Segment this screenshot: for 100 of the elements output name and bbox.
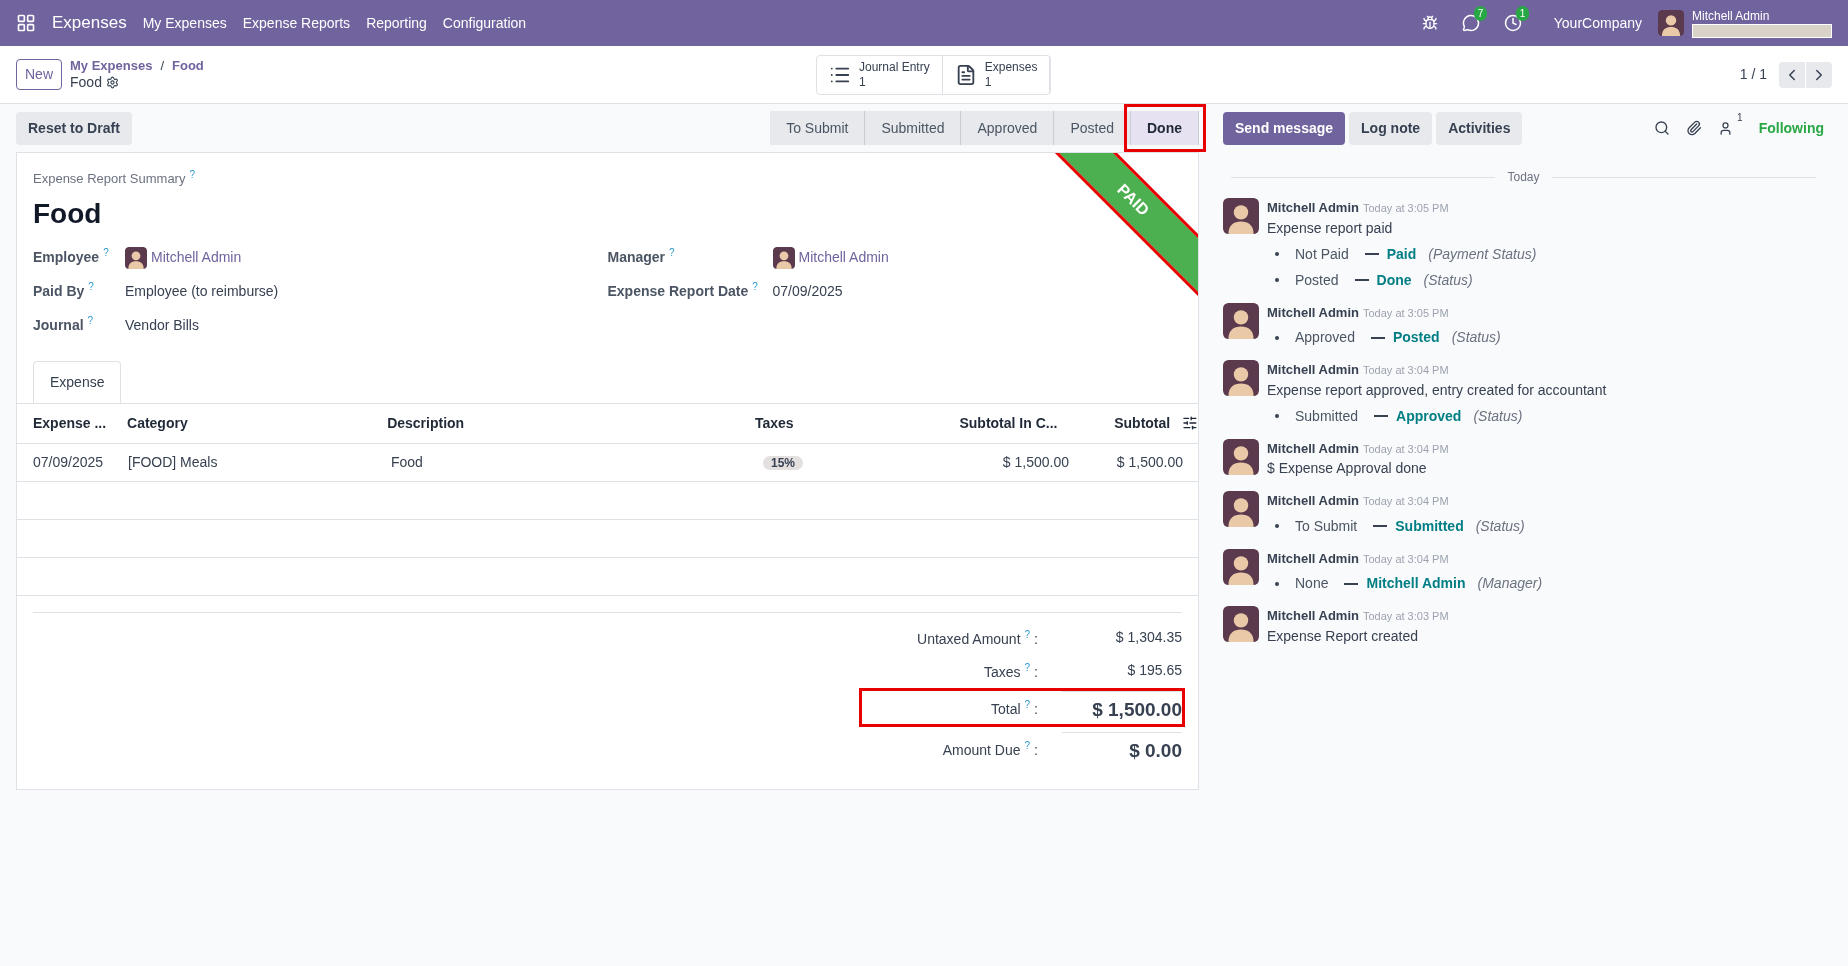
table-cell-text: $ 1,500.00 bbox=[1115, 452, 1184, 472]
field-value: 07/09/2025 bbox=[772, 282, 843, 301]
menu-item[interactable]: Expense Reports bbox=[242, 12, 351, 34]
new-value: Mitchell Admin bbox=[1366, 574, 1466, 593]
total-value: $ 0.00 bbox=[1062, 732, 1182, 766]
status-stage[interactable]: Submitted bbox=[865, 111, 962, 145]
breadcrumb-separator: / bbox=[160, 57, 164, 74]
chatter-button[interactable]: Activities bbox=[1436, 111, 1523, 145]
next-button[interactable] bbox=[1806, 61, 1832, 88]
total-value: $ 1,500.00 bbox=[1062, 690, 1182, 724]
table-cell-text: [FOOD] Meals bbox=[127, 452, 219, 472]
bug-icon[interactable] bbox=[1421, 15, 1438, 31]
field-name: (Status) bbox=[1473, 406, 1523, 426]
status-stage[interactable]: Approved bbox=[961, 111, 1055, 145]
field-label: Employee bbox=[33, 248, 100, 267]
avatar-icon bbox=[1223, 360, 1259, 396]
clock-icon[interactable] bbox=[1503, 14, 1522, 32]
old-value: Posted bbox=[1295, 270, 1339, 290]
bullet-icon bbox=[1275, 335, 1279, 340]
new-value: Approved bbox=[1396, 406, 1462, 426]
user-name[interactable]: Mitchell Admin bbox=[1692, 8, 1832, 24]
column-header[interactable]: Description bbox=[379, 412, 755, 434]
tax-tag: 15% bbox=[763, 455, 804, 470]
avatar-icon bbox=[1223, 198, 1259, 234]
breadcrumb-link[interactable]: My Expenses bbox=[70, 57, 153, 74]
help-mark[interactable]: ? bbox=[103, 247, 109, 259]
status-stage[interactable]: Posted bbox=[1054, 111, 1131, 145]
message-text: Expense Report created bbox=[1267, 626, 1419, 646]
chatter-button[interactable]: Log note bbox=[1349, 111, 1433, 145]
help-mark[interactable]: ? bbox=[1024, 698, 1031, 711]
avatar-icon bbox=[772, 246, 795, 269]
status-stage[interactable]: To Submit bbox=[770, 111, 866, 145]
column-header[interactable]: Expense ... bbox=[17, 412, 119, 434]
field-name: (Status) bbox=[1423, 270, 1473, 290]
message-time: Today at 3:04 PM bbox=[1362, 441, 1449, 457]
paperclip-icon[interactable] bbox=[1686, 120, 1703, 136]
avatar-icon bbox=[1223, 302, 1259, 339]
message-author: Mitchell Admin bbox=[1267, 607, 1359, 625]
menu-item[interactable]: My Expenses bbox=[142, 12, 227, 34]
settings-icon[interactable] bbox=[105, 76, 119, 90]
colon: : bbox=[1034, 699, 1038, 719]
help-mark[interactable]: ? bbox=[88, 281, 94, 293]
help-mark[interactable]: ? bbox=[189, 169, 195, 181]
smart-button[interactable]: Expenses 1 bbox=[942, 55, 1051, 94]
field-label: Expense Report Date bbox=[607, 282, 749, 301]
field-name: (Status) bbox=[1451, 328, 1501, 347]
help-mark[interactable]: ? bbox=[87, 315, 94, 327]
breadcrumb-link[interactable]: Food bbox=[172, 57, 204, 74]
avatar-icon bbox=[1223, 438, 1259, 475]
column-header[interactable]: Subtotal In C... bbox=[834, 412, 1058, 434]
previous-button[interactable] bbox=[1779, 61, 1805, 88]
column-header[interactable]: Category bbox=[119, 412, 380, 434]
bullet-icon bbox=[1275, 414, 1279, 418]
message-author: Mitchell Admin bbox=[1267, 361, 1359, 379]
field-label: Manager bbox=[607, 248, 666, 267]
new-value: Paid bbox=[1386, 244, 1417, 264]
help-mark[interactable]: ? bbox=[752, 281, 758, 293]
table-cell-text: 07/09/2025 bbox=[32, 452, 105, 472]
chat-icon[interactable] bbox=[1461, 14, 1480, 32]
message-text: Expense report paid bbox=[1267, 218, 1394, 238]
message-author: Mitchell Admin bbox=[1267, 549, 1359, 568]
menu-item[interactable]: Configuration bbox=[442, 12, 527, 34]
user-link[interactable]: Mitchell Admin bbox=[151, 247, 242, 268]
column-settings-icon[interactable] bbox=[1182, 415, 1198, 431]
message-author: Mitchell Admin bbox=[1267, 303, 1359, 322]
chatter-button[interactable]: Send message bbox=[1223, 111, 1346, 145]
total-label: Amount Due bbox=[942, 741, 1021, 761]
followers-icon[interactable] bbox=[1718, 120, 1734, 136]
table-cell-text: Food bbox=[390, 452, 424, 472]
message-author: Mitchell Admin bbox=[1267, 199, 1359, 217]
bullet-icon bbox=[1275, 252, 1279, 256]
new-value: Done bbox=[1376, 270, 1412, 290]
reset-to-draft-button[interactable]: Reset to Draft bbox=[16, 111, 132, 145]
help-mark[interactable]: ? bbox=[1024, 740, 1031, 753]
bullet-icon bbox=[1275, 524, 1279, 528]
old-value: Submitted bbox=[1295, 406, 1359, 426]
help-mark[interactable]: ? bbox=[1024, 628, 1031, 641]
new-button[interactable]: New bbox=[16, 59, 62, 90]
column-header[interactable]: Subtotal bbox=[1057, 412, 1175, 434]
column-header[interactable]: Taxes bbox=[754, 412, 835, 434]
colon: : bbox=[1034, 629, 1038, 649]
message-author: Mitchell Admin bbox=[1267, 439, 1359, 458]
smart-button[interactable]: Journal Entry 1 bbox=[817, 55, 943, 94]
search-icon[interactable] bbox=[1654, 120, 1671, 136]
pager-value: 1 / 1 bbox=[1739, 65, 1767, 84]
app-name[interactable]: Expenses bbox=[52, 10, 127, 36]
message-time: Today at 3:05 PM bbox=[1362, 201, 1449, 216]
company-name[interactable]: YourCompany bbox=[1553, 12, 1642, 34]
field-name: (Status) bbox=[1475, 516, 1525, 536]
total-label: Taxes bbox=[983, 662, 1021, 682]
old-value: Approved bbox=[1295, 328, 1355, 347]
help-mark[interactable]: ? bbox=[669, 247, 675, 259]
following-link[interactable]: Following bbox=[1758, 117, 1824, 139]
followers-count: 1 bbox=[1737, 112, 1743, 124]
help-mark[interactable]: ? bbox=[1024, 661, 1031, 674]
user-link[interactable]: Mitchell Admin bbox=[798, 247, 889, 268]
apps-menu-icon[interactable] bbox=[16, 13, 36, 33]
menu-item[interactable]: Reporting bbox=[366, 12, 427, 34]
field-label: Expense Report Summary bbox=[33, 170, 186, 188]
notebook-tab[interactable]: Expense bbox=[33, 360, 122, 403]
